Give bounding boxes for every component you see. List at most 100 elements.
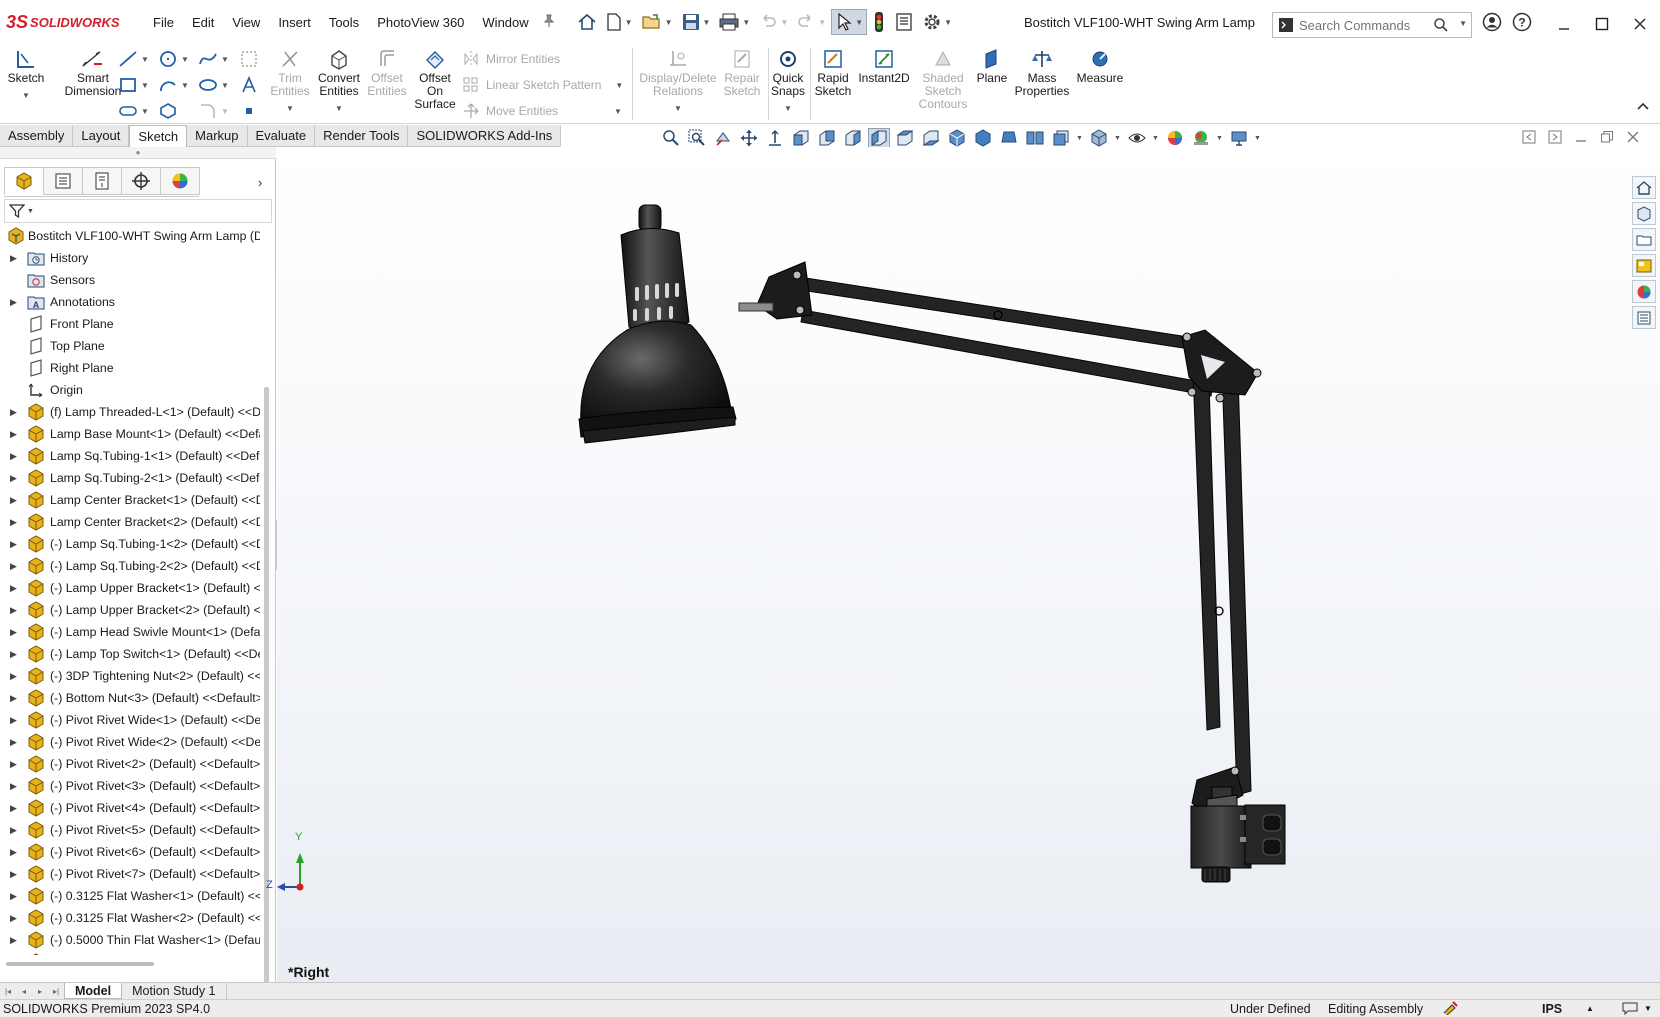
expand-arrow-icon[interactable]: ▶ <box>10 517 18 528</box>
shaded-sketch-contours-button[interactable]: Shaded Sketch Contours <box>914 48 972 111</box>
tree-item[interactable]: ▶ Lamp Center Bracket<2> (Default) <<Defa… <box>0 511 260 533</box>
tree-root-assembly[interactable]: Bostitch VLF100-WHT Swing Arm Lamp (Defa… <box>0 225 260 247</box>
tree-item[interactable]: ▶ (-) 3DP Tightening Nut<2> (Default) <<D… <box>0 665 260 687</box>
options-button[interactable]: ▼ <box>919 9 955 35</box>
menu-insert[interactable]: Insert <box>269 15 320 30</box>
tree-horizontal-scrollbar[interactable] <box>6 962 154 966</box>
expand-arrow-icon[interactable]: ▶ <box>10 781 18 792</box>
view-settings-button[interactable] <box>1228 128 1250 148</box>
tree-item[interactable]: ▶ (-) Pivot Rivet<7> (Default) <<Default>… <box>0 863 260 885</box>
display-delete-relations-button[interactable]: Display/Delete Relations ▼ <box>638 48 718 115</box>
apply-scene-button[interactable] <box>1190 128 1212 148</box>
tree-item[interactable]: ▶ A Annotations <box>0 291 260 313</box>
menu-file[interactable]: File <box>144 15 183 30</box>
hide-show-items-button[interactable] <box>1126 128 1148 148</box>
expand-arrow-icon[interactable]: ▶ <box>10 649 18 660</box>
expand-arrow-icon[interactable]: ▶ <box>10 583 18 594</box>
zoom-to-fit-button[interactable] <box>660 128 682 148</box>
tree-item[interactable]: Right Plane <box>0 357 260 379</box>
feature-tree-filter[interactable]: ▼ <box>4 199 272 223</box>
previous-tab-icon[interactable]: ◂ <box>16 984 32 998</box>
tab-motion-study-1[interactable]: Motion Study 1 <box>122 983 227 999</box>
chevron-down-icon[interactable]: ▼ <box>638 102 718 115</box>
expand-arrow-icon[interactable]: ▶ <box>10 935 18 946</box>
expand-arrow-icon[interactable]: ▶ <box>10 539 18 550</box>
chevron-down-icon[interactable]: ▼ <box>6 89 46 102</box>
tree-item[interactable]: ▶ (-) Lamp Upper Bracket<2> (Default) <<D… <box>0 599 260 621</box>
file-properties-button[interactable] <box>891 9 917 35</box>
doc-minimize-icon[interactable] <box>1574 130 1588 147</box>
line-tool-button[interactable]: ▼ <box>118 50 149 68</box>
search-icon[interactable] <box>1433 17 1449 36</box>
lamp-arm[interactable] <box>756 261 1262 816</box>
measure-button[interactable]: Measure <box>1074 48 1126 85</box>
save-button[interactable]: ▼ <box>678 9 714 35</box>
view-left-button[interactable] <box>842 128 864 148</box>
chevron-down-icon[interactable]: ▼ <box>1076 135 1084 142</box>
tree-item[interactable]: ▶ History <box>0 247 260 269</box>
expand-arrow-icon[interactable]: ▶ <box>10 605 18 616</box>
chevron-down-icon[interactable]: ▼ <box>703 18 711 27</box>
previous-view-button[interactable] <box>712 128 734 148</box>
expand-arrow-icon[interactable]: ▶ <box>10 825 18 836</box>
lamp-model[interactable] <box>277 147 1660 982</box>
view-isometric-button[interactable] <box>946 128 968 148</box>
collapse-ribbon-icon[interactable] <box>1636 100 1650 115</box>
tree-item[interactable]: ▶ (-) Pivot Rivet<4> (Default) <<Default>… <box>0 797 260 819</box>
solidworks-logo[interactable]: 3S SOLIDWORKS <box>6 12 136 33</box>
tree-item[interactable]: ▶ (-) 0.3125 Flat Washer<2> (Default) <<D… <box>0 907 260 929</box>
sketch-button[interactable]: Sketch ▼ <box>6 48 46 102</box>
tree-item[interactable]: ▶ (-) Pivot Rivet<6> (Default) <<Default>… <box>0 841 260 863</box>
chevron-down-icon[interactable]: ▼ <box>181 55 189 64</box>
tab-configuration-manager[interactable] <box>82 167 122 195</box>
chevron-down-icon[interactable]: ▼ <box>770 102 806 115</box>
tree-item[interactable]: ▶ (-) 0.3125 Flat Washer<1> (Default) <<D… <box>0 885 260 907</box>
tree-item[interactable]: Sensors <box>0 269 260 291</box>
chevron-down-icon[interactable]: ▼ <box>1152 135 1160 142</box>
tree-item[interactable]: ▶ Lamp Sq.Tubing-1<1> (Default) <<Default… <box>0 445 260 467</box>
next-pane-icon[interactable] <box>1548 130 1562 147</box>
help-icon[interactable]: ? <box>1512 12 1532 35</box>
point-tool-button[interactable] <box>240 102 258 120</box>
chevron-down-icon[interactable]: ▼ <box>615 81 623 90</box>
zoom-to-area-button[interactable] <box>686 128 708 148</box>
search-commands-input[interactable] <box>1299 17 1447 33</box>
tree-item[interactable]: ▶ (-) Pivot Rivet Wide<2> (Default) <<Def… <box>0 731 260 753</box>
minimize-button[interactable] <box>1545 8 1583 40</box>
tree-item[interactable]: Top Plane <box>0 335 260 357</box>
rectangle-tool-button[interactable]: ▼ <box>118 76 149 94</box>
spline-tool-button[interactable]: ▼ <box>198 50 229 68</box>
chevron-down-icon[interactable]: ▼ <box>27 208 34 215</box>
tab-evaluate[interactable]: Evaluate <box>248 125 316 147</box>
first-tab-icon[interactable]: |◂ <box>0 984 16 998</box>
tab-sketch[interactable]: Sketch <box>129 125 188 147</box>
tree-item[interactable]: ▶ Lamp Base Mount<1> (Default) <<Default>… <box>0 423 260 445</box>
expand-arrow-icon[interactable]: ▶ <box>10 253 18 264</box>
slot-tool-button[interactable]: ▼ <box>118 102 149 120</box>
tree-item[interactable]: ▶ (-) Pivot Rivet Wide<1> (Default) <<Def… <box>0 709 260 731</box>
menu-photoview-360[interactable]: PhotoView 360 <box>368 15 473 30</box>
doc-restore-icon[interactable] <box>1600 130 1614 147</box>
expand-arrow-icon[interactable]: ▶ <box>10 495 18 506</box>
chevron-down-icon[interactable]: ▼ <box>1114 135 1122 142</box>
offset-on-surface-button[interactable]: Offset On Surface <box>412 48 458 111</box>
select-button[interactable]: ▼ <box>831 9 868 35</box>
mirror-entities-button[interactable]: Mirror Entities <box>462 48 560 70</box>
pan-button[interactable] <box>738 128 760 148</box>
tab-assembly[interactable]: Assembly <box>0 125 74 147</box>
lamp-head[interactable] <box>578 204 774 444</box>
panel-grip-handle[interactable]: ● <box>0 147 276 159</box>
tree-item[interactable]: ▶ (-) Pivot Rivet<5> (Default) <<Default>… <box>0 819 260 841</box>
previous-pane-icon[interactable] <box>1522 130 1536 147</box>
expand-arrow-icon[interactable]: ▶ <box>10 671 18 682</box>
chevron-down-icon[interactable]: ▼ <box>221 107 229 116</box>
close-button[interactable] <box>1621 8 1659 40</box>
text-tool-button[interactable] <box>240 76 258 94</box>
expand-arrow-icon[interactable]: ▶ <box>10 627 18 638</box>
ellipse-tool-button[interactable]: ▼ <box>198 76 229 94</box>
tree-item[interactable]: ▶ (-) Lamp Top Switch<1> (Default) <<Defa… <box>0 643 260 665</box>
tree-item[interactable]: ▶(-) 0.5000 Thin Flat Washer<2> (Default… <box>0 951 260 955</box>
expand-arrow-icon[interactable]: ▶ <box>10 847 18 858</box>
convert-entities-button[interactable]: Convert Entities ▼ <box>316 48 362 115</box>
expand-arrow-icon[interactable]: ▶ <box>10 737 18 748</box>
